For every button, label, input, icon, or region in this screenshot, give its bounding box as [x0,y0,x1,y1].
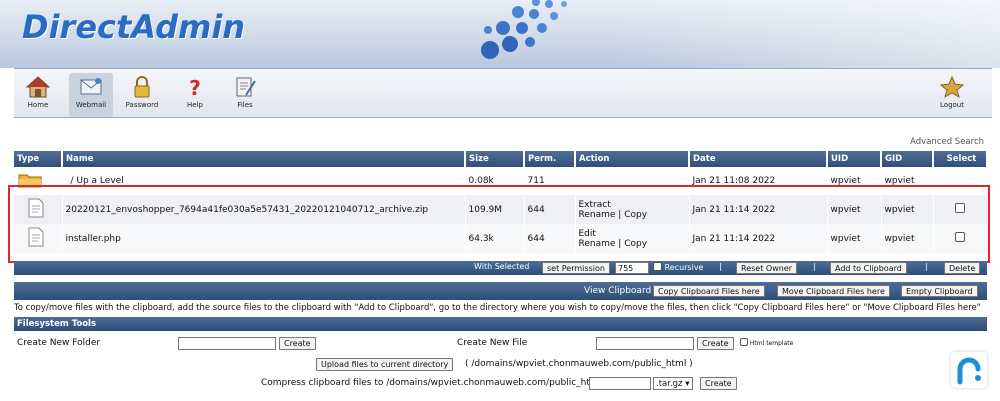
new-file-input[interactable] [596,337,694,350]
upload-path-text: ( /domains/wpviet.chonmauweb.com/public_… [465,359,693,369]
col-name[interactable]: Name [62,151,466,167]
files-icon [236,77,256,97]
highlight-annotation-box [8,185,990,263]
col-action: Action [575,151,690,167]
compress-create-button[interactable]: Create [700,377,737,390]
table-header-row: Type Name Size Perm. Action Date UID GID… [14,151,988,167]
create-row: Create New Folder Create Create New File… [14,335,987,355]
col-uid[interactable]: UID [827,151,882,167]
html-template-option: Html template [740,338,793,347]
col-size[interactable]: Size [465,151,525,167]
logo-dots-graphic [481,0,567,59]
webmail-icon [80,78,102,95]
corner-brand-logo [951,352,987,388]
col-gid[interactable]: GID [881,151,934,167]
set-permission-button[interactable]: set Permission [542,262,610,274]
logout-icon [939,75,965,99]
toolbar-home[interactable]: Home [16,73,60,117]
create-file-button[interactable]: Create [697,337,734,350]
empty-clipboard-button[interactable]: Empty Clipboard [901,285,978,297]
html-template-checkbox[interactable] [740,338,748,346]
clipboard-bar: View Clipboard Copy Clipboard Files here… [14,282,987,300]
svg-text:?: ? [189,76,201,99]
compress-filename-input[interactable] [589,377,651,390]
col-type[interactable]: Type [14,151,63,167]
compress-label: Compress clipboard files to /domains/wpv… [261,378,605,388]
col-date[interactable]: Date [689,151,828,167]
with-selected-bar: With Selected set Permission 755 Recursi… [14,261,987,275]
home-icon [25,76,51,98]
toolbar-webmail[interactable]: Webmail [69,73,113,117]
toolbar-logout[interactable]: Logout [930,73,974,117]
new-folder-input[interactable] [178,337,276,350]
move-clipboard-files-button[interactable]: Move Clipboard Files here [777,285,890,297]
directadmin-logo: DirectAdmin [22,8,246,46]
recursive-option: Recursive [653,262,703,274]
upload-row: Upload files to current directory ( /dom… [14,355,987,375]
add-to-clipboard-button[interactable]: Add to Clipboard [830,262,907,274]
toolbar-help[interactable]: ? Help [173,73,217,117]
create-folder-button[interactable]: Create [279,337,316,350]
main-toolbar: Home Webmail Password ? Help Files Logou… [14,68,992,118]
col-select: Select [933,151,988,167]
view-clipboard-link[interactable]: View Clipboard [584,286,651,296]
reset-owner-button[interactable]: Reset Owner [736,262,798,274]
compress-row: Compress clipboard files to /domains/wpv… [14,374,987,394]
col-perm[interactable]: Perm. [524,151,576,167]
toolbar-files[interactable]: Files [223,73,267,117]
advanced-search-link[interactable]: Advanced Search [910,137,984,147]
new-folder-label: Create New Folder [17,338,101,348]
clipboard-help-text: To copy/move files with the clipboard, a… [14,303,981,313]
delete-button[interactable]: Delete [944,262,981,274]
padlock-icon [134,76,150,98]
toolbar-password[interactable]: Password [120,73,164,117]
copy-clipboard-files-button[interactable]: Copy Clipboard Files here [653,285,765,297]
header-banner: DirectAdmin [0,0,1000,68]
recursive-checkbox[interactable] [653,262,662,271]
new-file-label: Create New File [457,338,528,348]
filesystem-tools-header: Filesystem Tools [14,317,987,331]
permission-input[interactable]: 755 [615,262,649,274]
brand-mark-icon [957,357,981,385]
with-selected-label: With Selected [474,262,530,271]
compress-format-select[interactable]: .tar.gz ▾ [653,377,693,390]
upload-files-button[interactable]: Upload files to current directory [316,358,454,371]
question-mark-icon: ? [189,76,201,99]
